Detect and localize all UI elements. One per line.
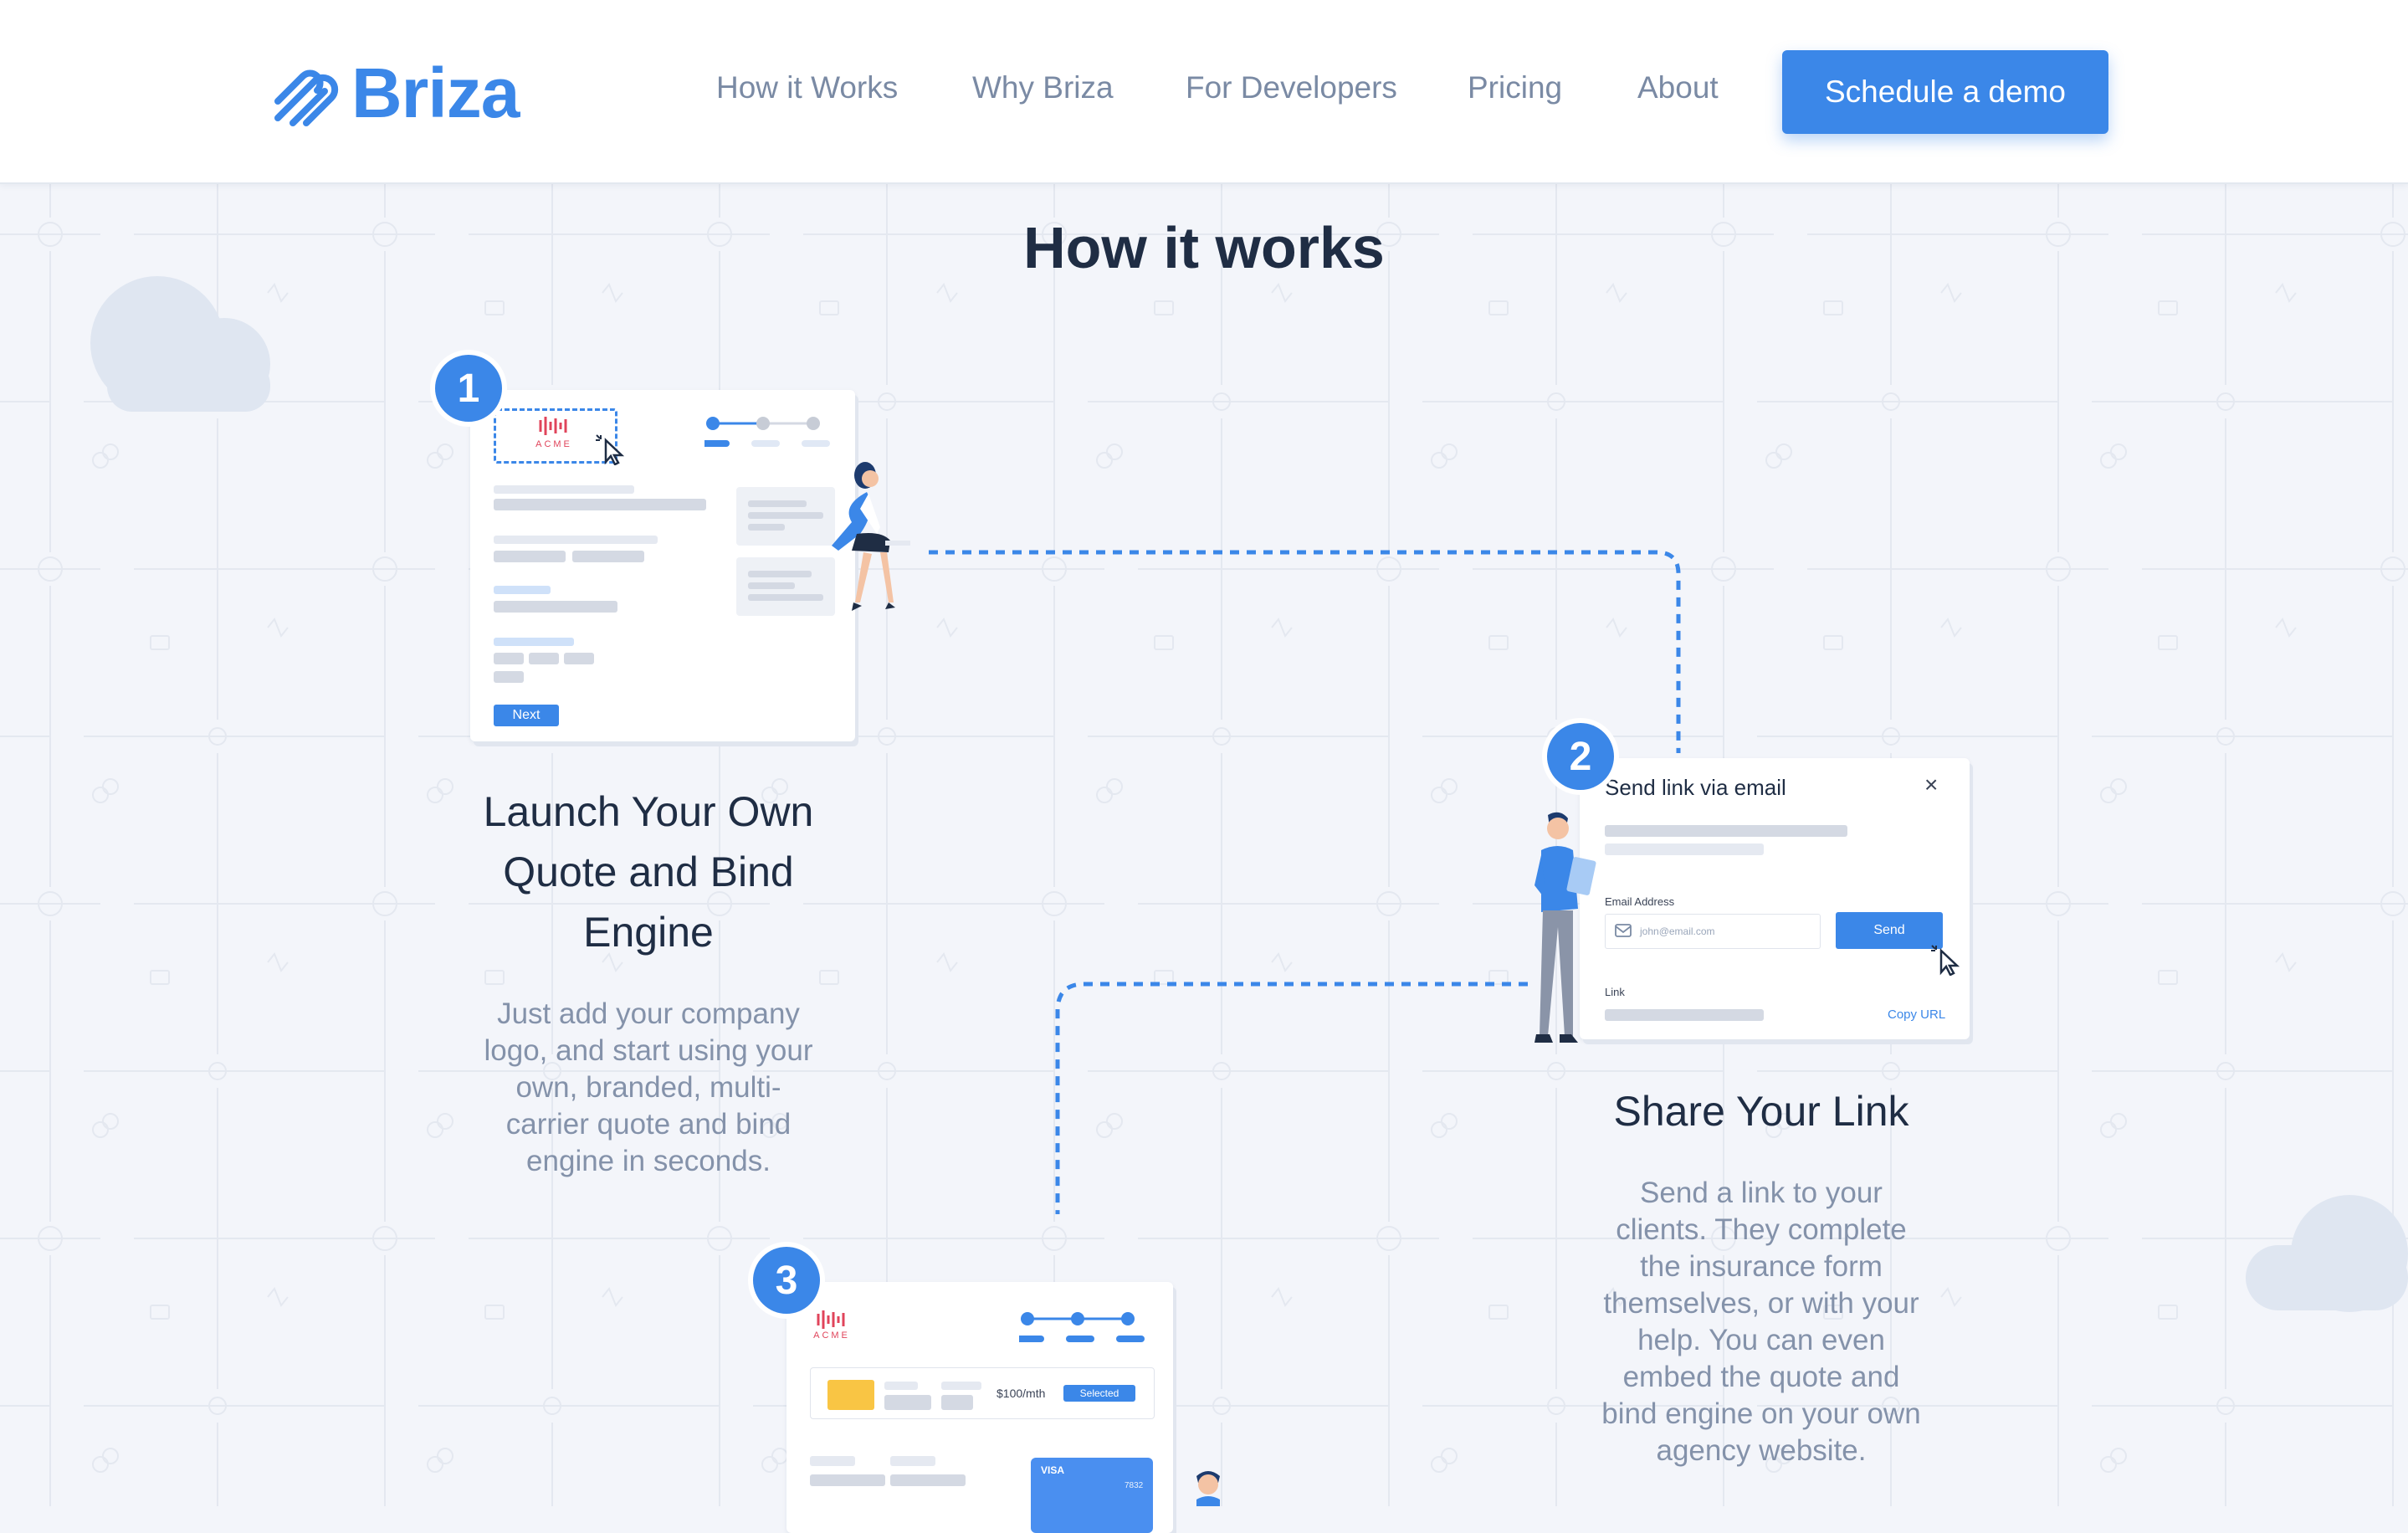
nav-about[interactable]: About: [1637, 70, 1719, 105]
step2-text-line: bind engine on your own: [1601, 1397, 1921, 1430]
step1-number-badge: 1: [435, 355, 502, 422]
step1-form-card: ACME Next: [470, 390, 855, 741]
step1-title-line: Launch Your Own: [483, 788, 814, 835]
nav-how-it-works[interactable]: How it Works: [716, 70, 898, 105]
mail-icon: [1615, 924, 1632, 937]
step1-text-line: engine in seconds.: [526, 1145, 771, 1177]
acme-text: ACME: [535, 439, 572, 449]
step1-text-line: logo, and start using your: [484, 1034, 813, 1067]
close-icon[interactable]: ×: [1924, 772, 1938, 798]
send-button[interactable]: Send: [1836, 912, 1943, 949]
step1-text-line: Just add your company: [497, 997, 800, 1030]
site-header: Briza How it Works Why Briza For Develop…: [0, 0, 2408, 184]
person-illustration: [1196, 1471, 1220, 1506]
step2-title: Share Your Link: [1540, 1081, 1983, 1141]
step1-text-line: own, branded, multi-: [515, 1071, 781, 1104]
step2-text-line: Send a link to your: [1640, 1177, 1883, 1209]
progress-steps-icon: [704, 417, 830, 447]
card-digits: 7832: [1125, 1481, 1144, 1490]
nav-for-developers[interactable]: For Developers: [1186, 70, 1397, 105]
email-placeholder: john@email.com: [1640, 925, 1715, 937]
step1-title: Launch Your Own Quote and Bind Engine: [435, 782, 862, 962]
cursor-icon: [1931, 945, 1960, 976]
step2-number-badge: 2: [1547, 723, 1614, 790]
step3-number-badge: 3: [753, 1247, 820, 1314]
progress-steps-icon: [1019, 1312, 1145, 1342]
man-illustration: [1534, 812, 1596, 1043]
step2-text-line: help. You can even: [1637, 1324, 1885, 1356]
step1-text-line: carrier quote and bind: [505, 1108, 792, 1141]
step2-text-line: embed the quote and: [1622, 1361, 1900, 1393]
step2-text-line: the insurance form: [1640, 1250, 1883, 1283]
card-brand: VISA: [1041, 1464, 1065, 1476]
acme-text: ACME: [813, 1330, 850, 1341]
nav-pricing[interactable]: Pricing: [1468, 70, 1562, 105]
acme-logo-icon: [817, 1310, 845, 1329]
section-title: How it works: [1023, 215, 1385, 280]
background-pattern: [0, 184, 2408, 1506]
step1-title-line: Engine: [583, 909, 714, 956]
step2-title-line: Share Your Link: [1613, 1088, 1909, 1135]
modal-title: Send link via email: [1605, 775, 1786, 800]
step2-description: Send a link to your clients. They comple…: [1573, 1175, 1949, 1469]
plan-price: $100/mth: [997, 1387, 1046, 1400]
step1-description: Just add your company logo, and start us…: [452, 996, 845, 1180]
next-button[interactable]: Next: [494, 705, 559, 726]
plan-row[interactable]: $100/mth Selected: [810, 1367, 1155, 1419]
cursor-icon: [596, 434, 625, 465]
schedule-demo-button[interactable]: Schedule a demo: [1782, 50, 2108, 134]
connector-2-3: [1055, 982, 1528, 1214]
cloud-left: [90, 276, 270, 412]
step3-checkout-card: ACME $100/mth Selected VISA 7832: [786, 1282, 1173, 1533]
selected-badge[interactable]: Selected: [1063, 1385, 1135, 1402]
step2-text-line: themselves, or with your: [1603, 1287, 1919, 1320]
copy-url-link[interactable]: Copy URL: [1888, 1007, 1945, 1022]
nav-why-briza[interactable]: Why Briza: [972, 70, 1114, 105]
credit-card: VISA 7832: [1031, 1458, 1153, 1533]
step2-text-line: clients. They complete: [1616, 1213, 1907, 1246]
cloud-right: [2246, 1195, 2408, 1312]
step2-text-line: agency website.: [1656, 1434, 1867, 1467]
acme-logo-icon: [539, 417, 567, 435]
woman-illustration: [832, 462, 910, 611]
email-address-label: Email Address: [1605, 895, 1675, 908]
step1-title-line: Quote and Bind: [503, 849, 794, 895]
step2-email-modal-card: Send link via email × Email Address john…: [1580, 758, 1970, 1039]
